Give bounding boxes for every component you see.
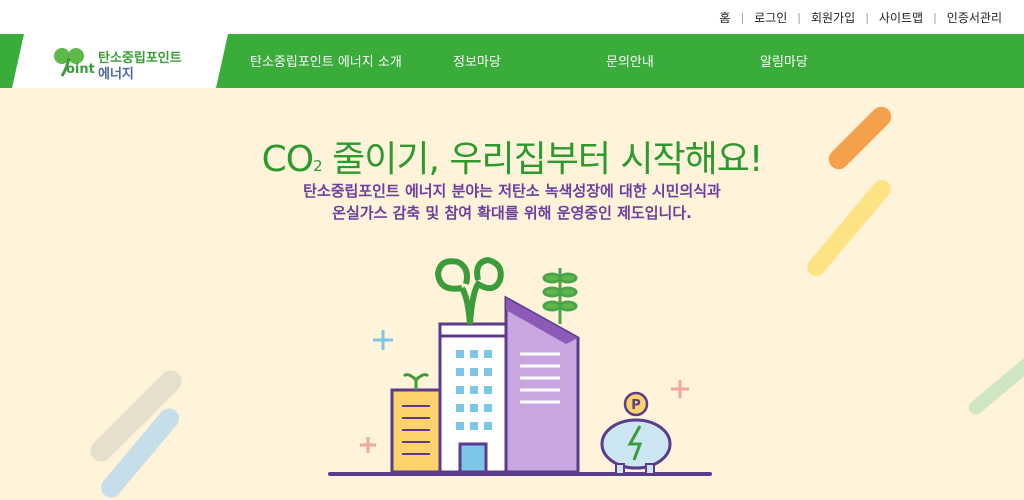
blue-sparkle-icon: [373, 330, 393, 350]
hero-banner: CO2 줄이기, 우리집부터 시작해요! 탄소중립포인트 에너지 분야는 저탄소…: [0, 88, 1024, 500]
menu-item-inquiry[interactable]: 문의안내: [606, 51, 654, 70]
certificate-link[interactable]: 인증서관리: [923, 9, 1002, 26]
site-logo[interactable]: oint 탄소중립포인트 에너지: [50, 44, 200, 82]
menu-item-intro[interactable]: 탄소중립포인트 에너지 소개: [250, 51, 402, 70]
menu-item-notice[interactable]: 알림마당: [760, 51, 808, 70]
main-menu: 탄소중립포인트 에너지 소개 정보마당 문의안내 알림마당: [220, 34, 1000, 88]
leaf-plant-icon: [542, 268, 578, 324]
coin-label: P: [631, 398, 641, 413]
menu-item-info[interactable]: 정보마당: [453, 51, 501, 70]
co2-sprout-icon: [434, 256, 504, 325]
home-link[interactable]: 홈: [719, 9, 730, 26]
building-door: [458, 442, 488, 474]
utility-bar: 홈 로그인 회원가입 사이트맵 인증서관리: [0, 0, 1024, 34]
signup-link[interactable]: 회원가입: [787, 9, 855, 26]
utility-links: 홈 로그인 회원가입 사이트맵 인증서관리: [719, 9, 1002, 26]
city-illustration: P: [328, 256, 712, 476]
logo-oint-text: oint: [66, 62, 95, 77]
logo-subtitle: 에너지: [98, 67, 134, 82]
small-sprout: [402, 373, 430, 390]
login-link[interactable]: 로그인: [730, 9, 787, 26]
sitemap-link[interactable]: 사이트맵: [855, 9, 923, 26]
